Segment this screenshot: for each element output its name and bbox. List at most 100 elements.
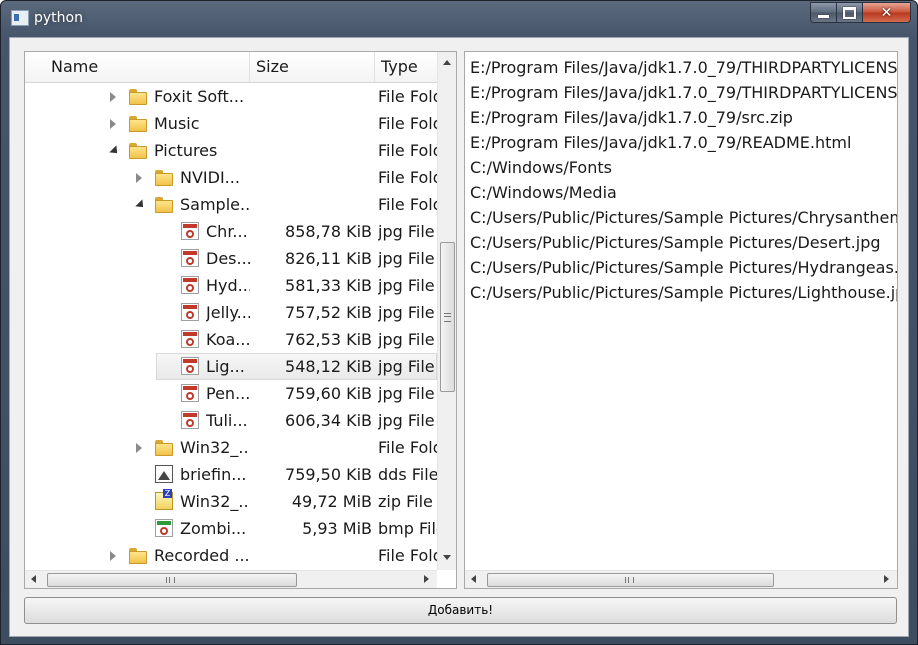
- tree-row[interactable]: Hyd... 581,33 KiB jpg File: [25, 272, 437, 299]
- collapsed-arrow-icon[interactable]: [110, 92, 116, 102]
- tree-row-name: Pen...: [206, 384, 250, 403]
- header-name[interactable]: Name: [25, 52, 250, 82]
- tree-row-size: [255, 83, 372, 110]
- tree-row-name: Jelly...: [206, 303, 250, 322]
- client-area: Name Size Type Foxit Soft...File FolderM…: [9, 37, 909, 637]
- add-button[interactable]: Добавить!: [24, 597, 897, 624]
- close-icon: ✕: [880, 4, 893, 21]
- tree-row-name: Sample...: [180, 195, 250, 214]
- path-list-item[interactable]: C:/Users/Public/Pictures/Sample Pictures…: [470, 280, 897, 305]
- tree-row[interactable]: Zombi... 5,93 MiB bmp File: [25, 515, 437, 542]
- tree-row-name: Pictures: [154, 141, 218, 160]
- folder-icon: [129, 114, 147, 132]
- header-type[interactable]: Type: [375, 52, 437, 82]
- path-list-view[interactable]: E:/Program Files/Java/jdk1.7.0_79/THIRDP…: [464, 51, 898, 589]
- list-horizontal-scrollbar[interactable]: [465, 570, 897, 588]
- minimize-icon: [818, 15, 829, 18]
- tree-horizontal-scroll-thumb[interactable]: [47, 573, 297, 587]
- tree-row[interactable]: Chr... 858,78 KiB jpg File: [25, 218, 437, 245]
- path-list-item[interactable]: E:/Program Files/Java/jdk1.7.0_79/THIRDP…: [470, 55, 897, 80]
- tree-vertical-scroll-thumb[interactable]: [440, 242, 455, 392]
- collapsed-arrow-icon[interactable]: [110, 551, 116, 561]
- path-list-item[interactable]: C:/Windows/Media: [470, 180, 617, 205]
- scroll-left-icon[interactable]: [31, 575, 36, 583]
- path-list-item[interactable]: E:/Program Files/Java/jdk1.7.0_79/src.zi…: [470, 105, 793, 130]
- tree-row-type: jpg File: [378, 357, 435, 376]
- tree-row-name: Foxit Soft...: [154, 87, 245, 106]
- collapsed-arrow-icon[interactable]: [136, 443, 142, 453]
- tree-row-size: [255, 191, 372, 218]
- collapsed-arrow-icon[interactable]: [110, 119, 116, 129]
- path-list-item[interactable]: C:/Users/Public/Pictures/Sample Pictures…: [470, 255, 897, 280]
- tree-row-name: Hyd...: [206, 276, 250, 295]
- tree-row-name: Music: [154, 114, 200, 133]
- tree-row-name: Lig...: [206, 357, 245, 376]
- tree-row-name: Zombi...: [180, 519, 247, 538]
- tree-row-name: Win32_...: [180, 438, 250, 457]
- tree-row-size: 581,33 KiB: [285, 276, 372, 295]
- tree-row-size: [255, 137, 372, 164]
- scroll-left-icon[interactable]: [471, 575, 476, 583]
- collapsed-arrow-icon[interactable]: [136, 173, 142, 183]
- scroll-up-icon[interactable]: [443, 60, 451, 65]
- scroll-down-icon[interactable]: [443, 555, 451, 560]
- tree-row[interactable]: Recorded ... File Folder: [25, 542, 437, 569]
- path-list-items: E:/Program Files/Java/jdk1.7.0_79/THIRDP…: [465, 52, 897, 570]
- main-window: python ✕ Name Size Type Foxit Soft... Fil…: [0, 0, 918, 645]
- tree-row[interactable]: NVIDI... File Folder: [25, 164, 437, 191]
- scroll-right-icon[interactable]: [424, 575, 429, 583]
- close-button[interactable]: ✕: [863, 2, 911, 23]
- path-list-item[interactable]: E:/Program Files/Java/jdk1.7.0_79/THIRDP…: [470, 80, 897, 105]
- jpg-icon: [181, 411, 199, 429]
- tree-row[interactable]: Pen... 759,60 KiB jpg File: [25, 380, 437, 407]
- path-list-item[interactable]: C:/Windows/Fonts: [470, 155, 612, 180]
- tree-row-type: dds File: [378, 465, 437, 484]
- tree-row-type: jpg File: [378, 330, 435, 349]
- tree-rows: Foxit Soft... File Folder Music File Folder…: [25, 83, 437, 570]
- path-list-item[interactable]: C:/Users/Public/Pictures/Sample Pictures…: [470, 230, 881, 255]
- tree-row-type: File Folder: [378, 195, 437, 214]
- app-icon[interactable]: [11, 10, 29, 26]
- window-controls: ✕: [810, 2, 911, 23]
- minimize-button[interactable]: [810, 2, 837, 23]
- tree-row-size: 759,50 KiB: [285, 465, 372, 484]
- tree-row-type: jpg File: [378, 249, 435, 268]
- title-bar[interactable]: python ✕: [1, 1, 917, 37]
- header-size[interactable]: Size: [250, 52, 375, 82]
- jpg-icon: [181, 357, 199, 375]
- tree-row[interactable]: Tuli... 606,34 KiB jpg File: [25, 407, 437, 434]
- tree-row-size: [255, 542, 372, 569]
- grip-icon: [444, 313, 451, 322]
- tree-row-name: NVIDI...: [180, 168, 240, 187]
- tree-row[interactable]: Pictures File Folder: [25, 137, 437, 164]
- tree-row[interactable]: Des... 826,11 KiB jpg File: [25, 245, 437, 272]
- tree-vertical-scrollbar[interactable]: [437, 52, 456, 570]
- tree-row[interactable]: Win32_... File Folder: [25, 434, 437, 461]
- tree-row-type: File Folder: [378, 168, 437, 187]
- tree-row[interactable]: Foxit Soft... File Folder: [25, 83, 437, 110]
- tree-horizontal-scrollbar[interactable]: [25, 570, 437, 588]
- tree-row-size: 826,11 KiB: [285, 249, 372, 268]
- expanded-arrow-icon[interactable]: [135, 199, 147, 211]
- tree-row[interactable]: Jelly... 757,52 KiB jpg File: [25, 299, 437, 326]
- tree-header: Name Size Type: [25, 52, 437, 83]
- path-list-item[interactable]: C:/Users/Public/Pictures/Sample Pictures…: [470, 205, 897, 230]
- tree-row[interactable]: Music File Folder: [25, 110, 437, 137]
- tree-row[interactable]: Win32_... 49,72 MiB zip File: [25, 488, 437, 515]
- image-icon: [155, 465, 173, 483]
- tree-row[interactable]: Koa... 762,53 KiB jpg File: [25, 326, 437, 353]
- tree-row-size: [255, 434, 372, 461]
- path-list-item[interactable]: E:/Program Files/Java/jdk1.7.0_79/README…: [470, 130, 851, 155]
- tree-row[interactable]: briefin... 759,50 KiB dds File: [25, 461, 437, 488]
- tree-row[interactable]: Sample... File Folder: [25, 191, 437, 218]
- tree-row-selected[interactable]: Lig... 548,12 KiB jpg File: [25, 353, 437, 380]
- scroll-right-icon[interactable]: [884, 575, 889, 583]
- folder-icon: [155, 195, 173, 213]
- folder-icon: [155, 438, 173, 456]
- maximize-button[interactable]: [837, 2, 863, 23]
- list-horizontal-scroll-thumb[interactable]: [487, 573, 774, 587]
- jpg-icon: [181, 330, 199, 348]
- tree-row-type: jpg File: [378, 222, 435, 241]
- expanded-arrow-icon[interactable]: [109, 145, 121, 157]
- file-tree-view[interactable]: Name Size Type Foxit Soft...File FolderM…: [24, 51, 457, 589]
